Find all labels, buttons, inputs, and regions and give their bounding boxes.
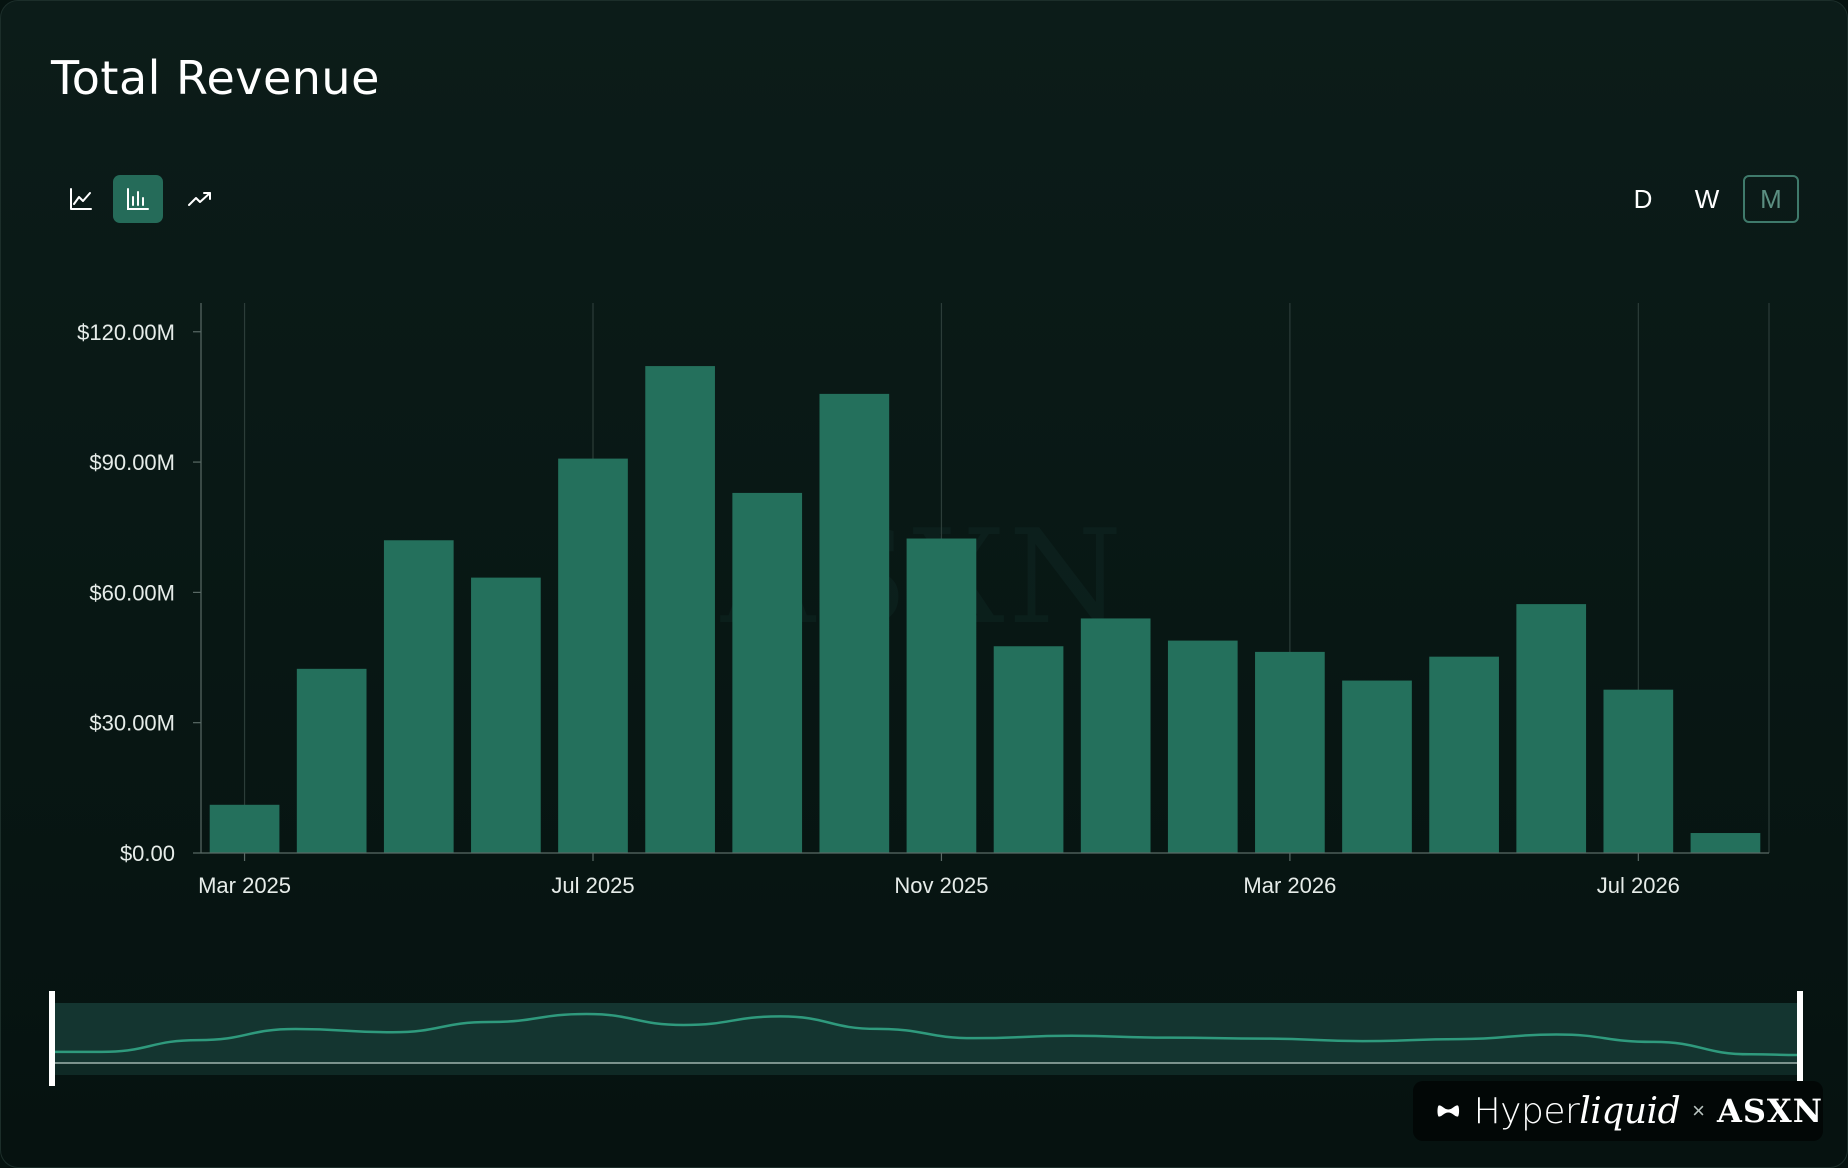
line-chart-button[interactable] [56,175,106,223]
bar-chart: $0.00 $30.00M $60.00M $90.00M $120.00M Mar 20… [77,303,1770,898]
x-tick-label: Mar 2025 [198,873,291,898]
bar-mar-2025[interactable] [209,804,280,853]
bar-oct-2025[interactable] [819,393,890,853]
x-tick-label: Jul 2026 [1597,873,1680,898]
range-brush[interactable] [1,986,1848,1086]
bar-aug-2026[interactable] [1690,833,1761,853]
chart-title: Total Revenue [51,51,380,105]
bar-jul-2025[interactable] [558,458,628,853]
bar-apr-2025[interactable] [296,668,367,853]
brush-handle-right[interactable] [1797,991,1803,1086]
bar-jun-2025[interactable] [471,577,541,853]
bar-apr-2026[interactable] [1342,680,1412,853]
brand-times: × [1692,1098,1705,1123]
bar-chart-button[interactable] [113,175,163,223]
brush-handle-left[interactable] [49,991,55,1086]
y-tick-label: $120.00M [77,320,175,345]
bar-may-2026[interactable] [1429,656,1499,853]
y-tick-label: $0.00 [120,841,175,866]
revenue-card: Total Revenue D W M ASXN $0.00 $30.00M $60… [0,0,1848,1168]
y-tick-label: $60.00M [89,580,175,605]
line-chart-icon [70,188,92,210]
bar-aug-2025[interactable] [645,366,715,853]
x-tick-label: Jul 2025 [551,873,634,898]
trending-up-icon [188,192,211,206]
bar-feb-2026[interactable] [1167,640,1238,853]
bar-chart-icon [127,188,149,210]
bar-may-2025[interactable] [383,540,454,853]
x-tick-label: Mar 2026 [1243,873,1336,898]
x-tick-label: Nov 2025 [894,873,988,898]
range-month-button[interactable]: M [1743,175,1799,223]
bar-sep-2025[interactable] [732,492,803,853]
brand-hyperliquid: Hyperliquid [1473,1090,1681,1132]
bar-dec-2025[interactable] [993,646,1064,853]
bar-jul-2026[interactable] [1603,689,1674,853]
hyperliquid-logo-icon [1437,1105,1460,1117]
brand-badge: Hyperliquid × ASXN [1413,1081,1823,1141]
bar-nov-2025[interactable] [906,538,977,853]
bar-jun-2026[interactable] [1516,604,1587,853]
bar-mar-2026[interactable] [1255,651,1325,853]
y-tick-label: $90.00M [89,450,175,475]
brand-asxn: ASXN [1716,1092,1823,1130]
bar-jan-2026[interactable] [1080,618,1151,853]
range-day-button[interactable]: D [1615,175,1671,223]
range-week-button[interactable]: W [1679,175,1735,223]
y-tick-label: $30.00M [89,711,175,736]
trend-chart-button[interactable] [175,175,225,223]
